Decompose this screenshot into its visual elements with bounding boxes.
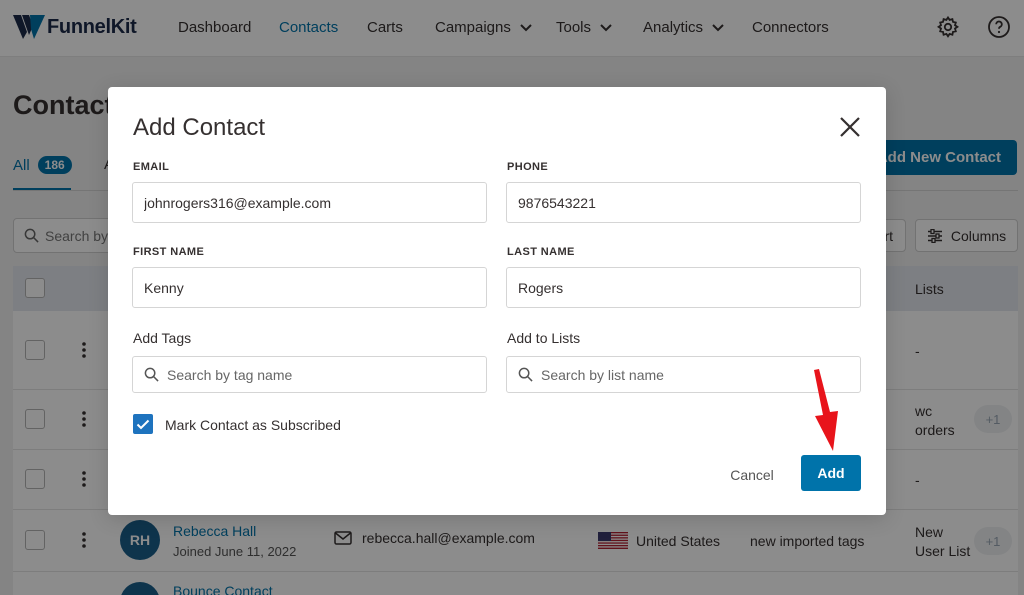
last-name-label: LAST NAME bbox=[507, 246, 575, 258]
add-button[interactable]: Add bbox=[801, 455, 861, 491]
lists-search-input[interactable] bbox=[541, 366, 841, 383]
search-icon bbox=[144, 367, 159, 382]
email-field[interactable] bbox=[132, 182, 487, 223]
phone-label: PHONE bbox=[507, 161, 549, 173]
phone-field[interactable] bbox=[506, 182, 861, 223]
subscribed-checkbox[interactable] bbox=[133, 414, 153, 434]
tags-search-input[interactable] bbox=[167, 366, 467, 383]
last-name-field[interactable] bbox=[506, 267, 861, 308]
annotation-arrow-icon bbox=[814, 369, 838, 451]
first-name-field[interactable] bbox=[132, 267, 487, 308]
search-icon bbox=[518, 367, 533, 382]
email-label: EMAIL bbox=[133, 161, 170, 173]
add-contact-modal: Add Contact EMAIL PHONE FIRST NAME LAST … bbox=[108, 87, 886, 515]
subscribed-label[interactable]: Mark Contact as Subscribed bbox=[165, 417, 341, 433]
close-icon[interactable] bbox=[839, 116, 861, 138]
lists-label: Add to Lists bbox=[507, 330, 581, 346]
modal-title: Add Contact bbox=[133, 114, 266, 141]
tags-label: Add Tags bbox=[133, 330, 192, 346]
tags-search-field[interactable] bbox=[132, 356, 487, 393]
checkmark-icon bbox=[136, 419, 150, 429]
first-name-label: FIRST NAME bbox=[133, 246, 205, 258]
cancel-button[interactable]: Cancel bbox=[723, 465, 781, 485]
